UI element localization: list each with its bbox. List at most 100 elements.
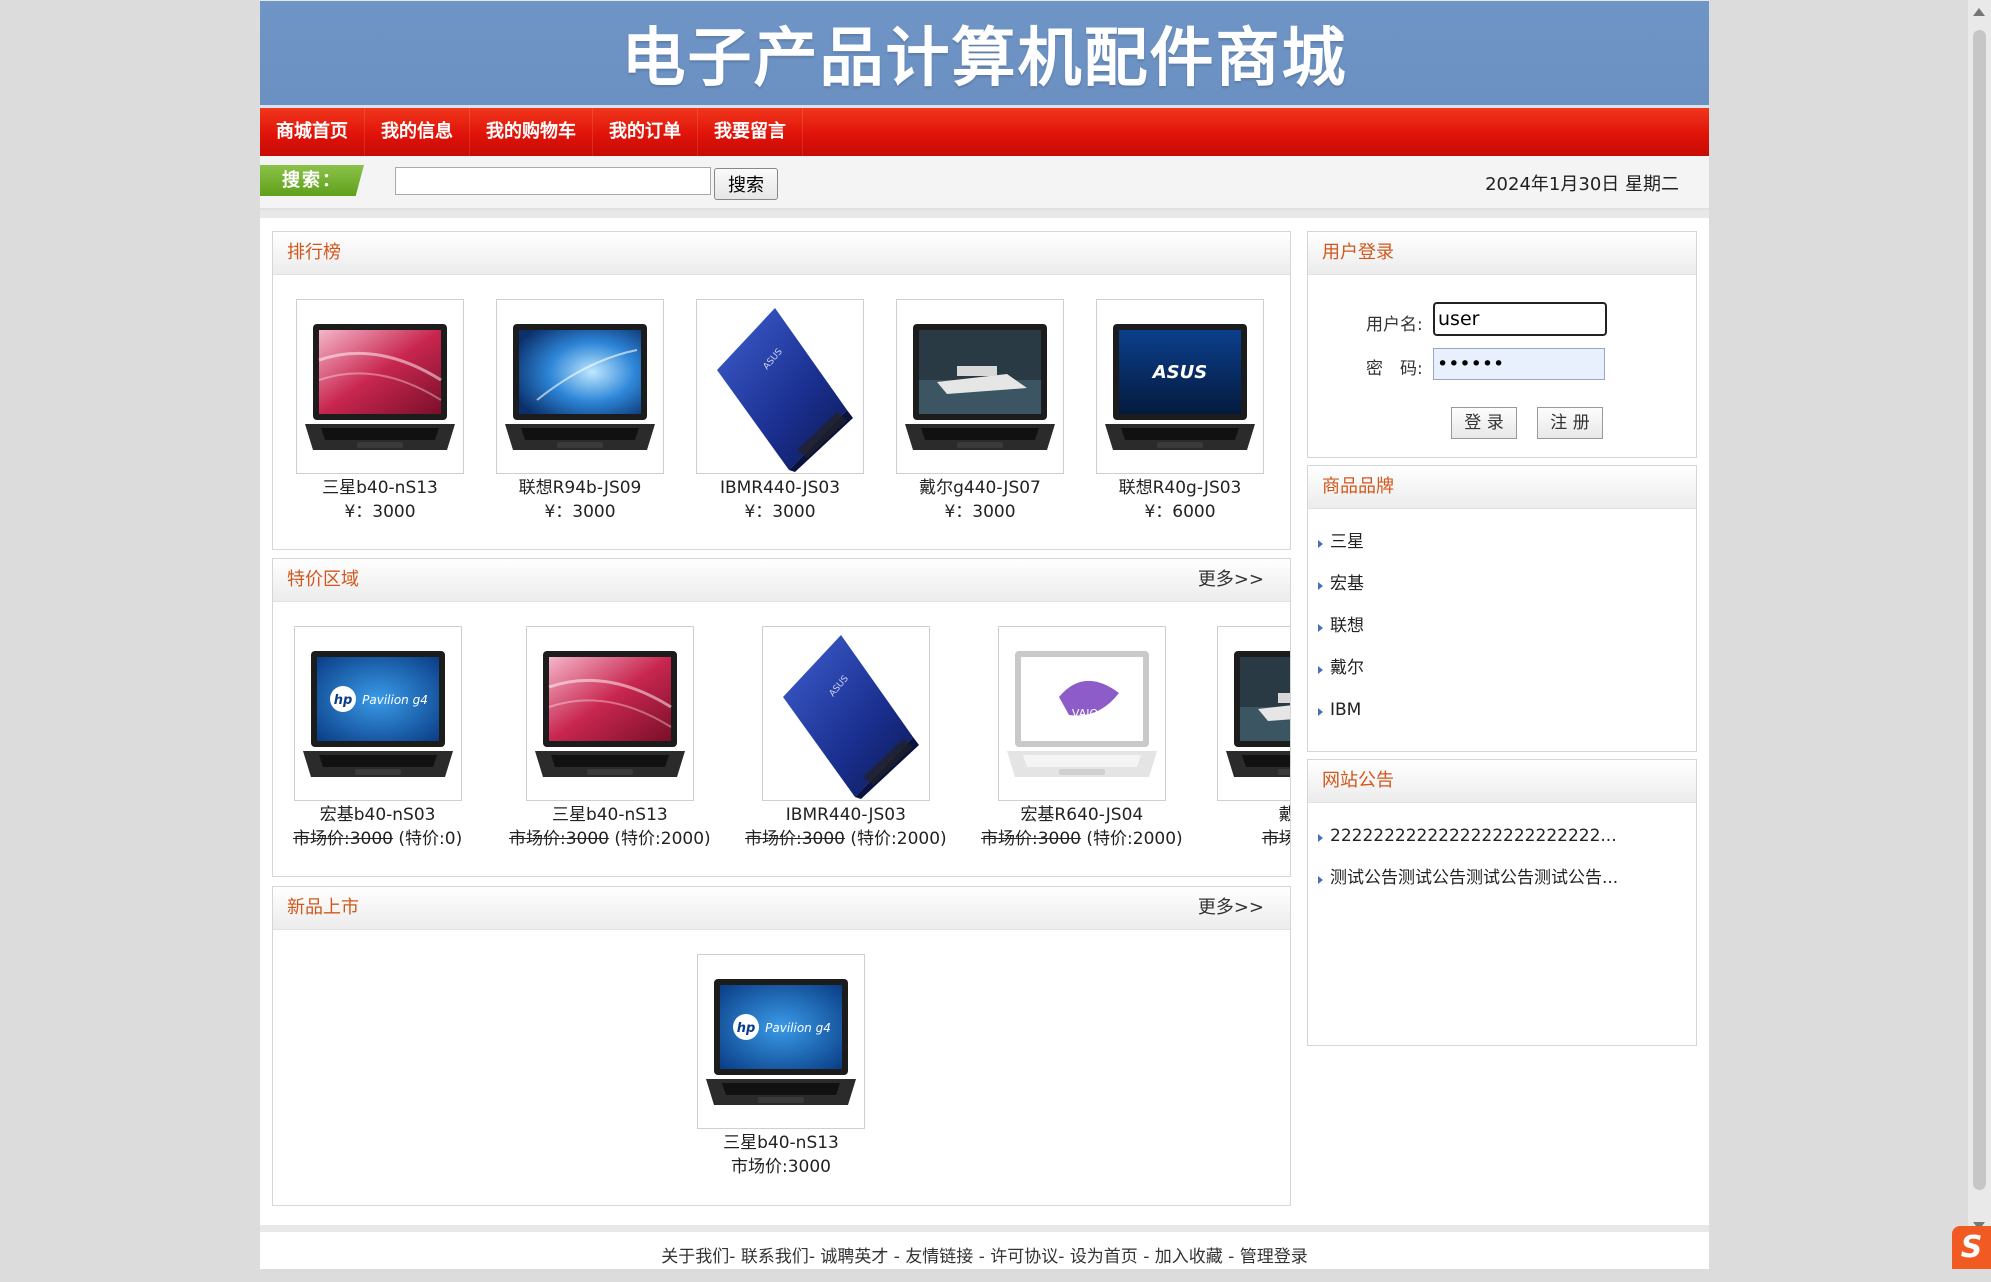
- new-arrivals-more-link[interactable]: 更多>>: [1198, 887, 1264, 929]
- new-arrivals-title: 新品上市: [287, 897, 359, 918]
- product-image[interactable]: [525, 626, 694, 801]
- product-image[interactable]: VAIO: [997, 626, 1166, 801]
- special-price: (特价:2000): [845, 829, 947, 849]
- product-price: 市场价:3000 (特价:2000): [981, 827, 1183, 851]
- username-field[interactable]: [1433, 302, 1607, 336]
- svg-text:hp: hp: [333, 693, 352, 708]
- site-title: 电子产品计算机配件商城: [621, 22, 1348, 96]
- nav-my-cart[interactable]: 我的购物车: [470, 108, 593, 156]
- product-price: ¥：3000: [744, 502, 816, 522]
- register-button[interactable]: 注 册: [1537, 407, 1603, 439]
- brand-item-samsung[interactable]: 三星: [1316, 521, 1696, 563]
- market-price: 市场价:3000: [293, 829, 393, 849]
- product-image[interactable]: [896, 299, 1064, 474]
- product-image[interactable]: ASUS: [1096, 299, 1264, 474]
- product-name[interactable]: IBMR440-JS03: [745, 803, 947, 827]
- market-price: 市场价:30: [1261, 829, 1290, 849]
- svg-text:ASUS: ASUS: [1151, 362, 1207, 383]
- product-name[interactable]: 三星b40-nS13: [296, 476, 464, 500]
- footer-link-contact[interactable]: 联系我们: [741, 1247, 809, 1267]
- product-price: ¥：3000: [544, 502, 616, 522]
- brands-list: 三星 宏基 联想 戴尔 IBM: [1308, 509, 1696, 731]
- brands-panel: 商品品牌 三星 宏基 联想 戴尔 IBM: [1307, 465, 1697, 752]
- notice-item[interactable]: 测试公告测试公告测试公告测试公告...: [1316, 857, 1696, 899]
- new-arrivals-product-card[interactable]: hp Pavilion g4 三星b40-nS13 市场价:3000: [697, 954, 865, 1179]
- ranking-title: 排行榜: [273, 232, 1290, 275]
- special-price: (特价:2000): [609, 829, 711, 849]
- footer-link-friends[interactable]: 友情链接: [905, 1247, 973, 1267]
- specials-product-card[interactable]: VAIO 宏基R640-JS04 市场价:3000 (特价:2000): [981, 626, 1183, 851]
- ranking-product-card[interactable]: ASUS IBMR440-JS03 ¥：3000: [696, 299, 864, 524]
- specials-product-card[interactable]: 三星b40-nS13 市场价:3000 (特价:2000): [509, 626, 711, 851]
- product-name[interactable]: 三星b40-nS13: [697, 1131, 865, 1155]
- product-name[interactable]: 戴尔g: [1217, 803, 1290, 827]
- specials-more-link[interactable]: 更多>>: [1198, 559, 1264, 601]
- site-banner: 电子产品计算机配件商城: [260, 1, 1709, 108]
- scroll-up-icon[interactable]: [1973, 8, 1985, 16]
- product-image[interactable]: hp Pavilion g4: [293, 626, 462, 801]
- product-price: ¥：6000: [1144, 502, 1216, 522]
- notice-item[interactable]: 2222222222222222222222222...: [1316, 815, 1696, 857]
- footer-link-license[interactable]: 许可协议: [990, 1247, 1058, 1267]
- footer-link-bookmark[interactable]: 加入收藏: [1155, 1247, 1223, 1267]
- special-price: (特价:2000): [1081, 829, 1183, 849]
- footer-link-jobs[interactable]: 诚聘英才: [820, 1247, 888, 1267]
- ranking-product-card[interactable]: 戴尔g440-JS07 ¥：3000: [896, 299, 1064, 524]
- product-name[interactable]: 宏基R640-JS04: [981, 803, 1183, 827]
- product-name[interactable]: IBMR440-JS03: [696, 476, 864, 500]
- nav-my-info[interactable]: 我的信息: [365, 108, 470, 156]
- product-name[interactable]: 联想R94b-JS09: [496, 476, 664, 500]
- password-label: 密 码:: [1366, 359, 1423, 379]
- svg-text:hp: hp: [737, 1021, 756, 1036]
- specials-header: 特价区域 更多>>: [273, 559, 1290, 602]
- product-image[interactable]: ASUS: [696, 299, 864, 474]
- new-arrivals-panel: 新品上市 更多>> hp Pavilion g4 三星b40-nS13 市场价:300…: [272, 886, 1291, 1206]
- ranking-panel: 排行榜 三星b40-nS13 ¥：3000 联想R94b-JS09 ¥：3000 ASU…: [272, 231, 1291, 550]
- scrollbar-thumb[interactable]: [1973, 30, 1986, 1190]
- svg-text:Pavilion g4: Pavilion g4: [362, 693, 428, 707]
- nav-leave-message[interactable]: 我要留言: [698, 108, 803, 156]
- login-title: 用户登录: [1308, 232, 1696, 275]
- footer-link-set-home[interactable]: 设为首页: [1070, 1247, 1138, 1267]
- product-name[interactable]: 戴尔g440-JS07: [896, 476, 1064, 500]
- search-input[interactable]: [395, 167, 711, 195]
- specials-product-card[interactable]: 戴尔g市场价:30: [1217, 626, 1290, 851]
- product-price: 市场价:3000 (特价:2000): [745, 827, 947, 851]
- brand-item-ibm[interactable]: IBM: [1316, 689, 1696, 731]
- ranking-product-card[interactable]: 三星b40-nS13 ¥：3000: [296, 299, 464, 524]
- product-image[interactable]: hp Pavilion g4: [697, 954, 865, 1129]
- nav-my-orders[interactable]: 我的订单: [593, 108, 698, 156]
- product-name[interactable]: 联想R40g-JS03: [1096, 476, 1264, 500]
- footer-link-admin-login[interactable]: 管理登录: [1240, 1247, 1308, 1267]
- page: 电子产品计算机配件商城 商城首页 我的信息 我的购物车 我的订单 我要留言 搜索…: [260, 0, 1709, 1269]
- specials-product-card[interactable]: hp Pavilion g4 宏基b40-nS03 市场价:3000 (特价:0): [293, 626, 462, 851]
- sogou-ime-icon[interactable]: S: [1952, 1226, 1991, 1269]
- specials-product-card[interactable]: ASUS IBMR440-JS03 市场价:3000 (特价:2000): [745, 626, 947, 851]
- main-nav: 商城首页 我的信息 我的购物车 我的订单 我要留言: [260, 108, 1709, 156]
- search-button[interactable]: 搜索: [714, 168, 778, 200]
- product-image[interactable]: ASUS: [761, 626, 930, 801]
- special-price: (特价:0): [393, 829, 463, 849]
- svg-text:VAIO: VAIO: [1072, 707, 1099, 720]
- ranking-product-card[interactable]: 联想R94b-JS09 ¥：3000: [496, 299, 664, 524]
- specials-panel: 特价区域 更多>> hp Pavilion g4 宏基b40-nS03 市场价:300…: [272, 558, 1291, 877]
- product-image[interactable]: [1217, 626, 1290, 801]
- page-scrollbar[interactable]: [1968, 0, 1991, 1269]
- product-image[interactable]: [296, 299, 464, 474]
- product-name[interactable]: 三星b40-nS13: [509, 803, 711, 827]
- brand-item-dell[interactable]: 戴尔: [1316, 647, 1696, 689]
- password-field[interactable]: [1433, 348, 1605, 380]
- brand-item-acer[interactable]: 宏基: [1316, 563, 1696, 605]
- product-name[interactable]: 宏基b40-nS03: [293, 803, 462, 827]
- brand-item-lenovo[interactable]: 联想: [1316, 605, 1696, 647]
- login-button[interactable]: 登 录: [1451, 407, 1517, 439]
- footer-link-about[interactable]: 关于我们: [661, 1247, 729, 1267]
- current-date: 2024年1月30日 星期二: [1485, 174, 1679, 195]
- product-price: 市场价:3000 (特价:0): [293, 827, 462, 851]
- product-image[interactable]: [496, 299, 664, 474]
- notices-list: 2222222222222222222222222... 测试公告测试公告测试公…: [1308, 803, 1696, 899]
- svg-text:Pavilion g4: Pavilion g4: [765, 1021, 831, 1035]
- footer-links: 关于我们- 联系我们- 诚聘英才 - 友情链接 - 许可协议- 设为首页 - 加…: [260, 1232, 1709, 1269]
- ranking-product-card[interactable]: ASUS 联想R40g-JS03 ¥：6000: [1096, 299, 1264, 524]
- nav-home[interactable]: 商城首页: [260, 108, 365, 156]
